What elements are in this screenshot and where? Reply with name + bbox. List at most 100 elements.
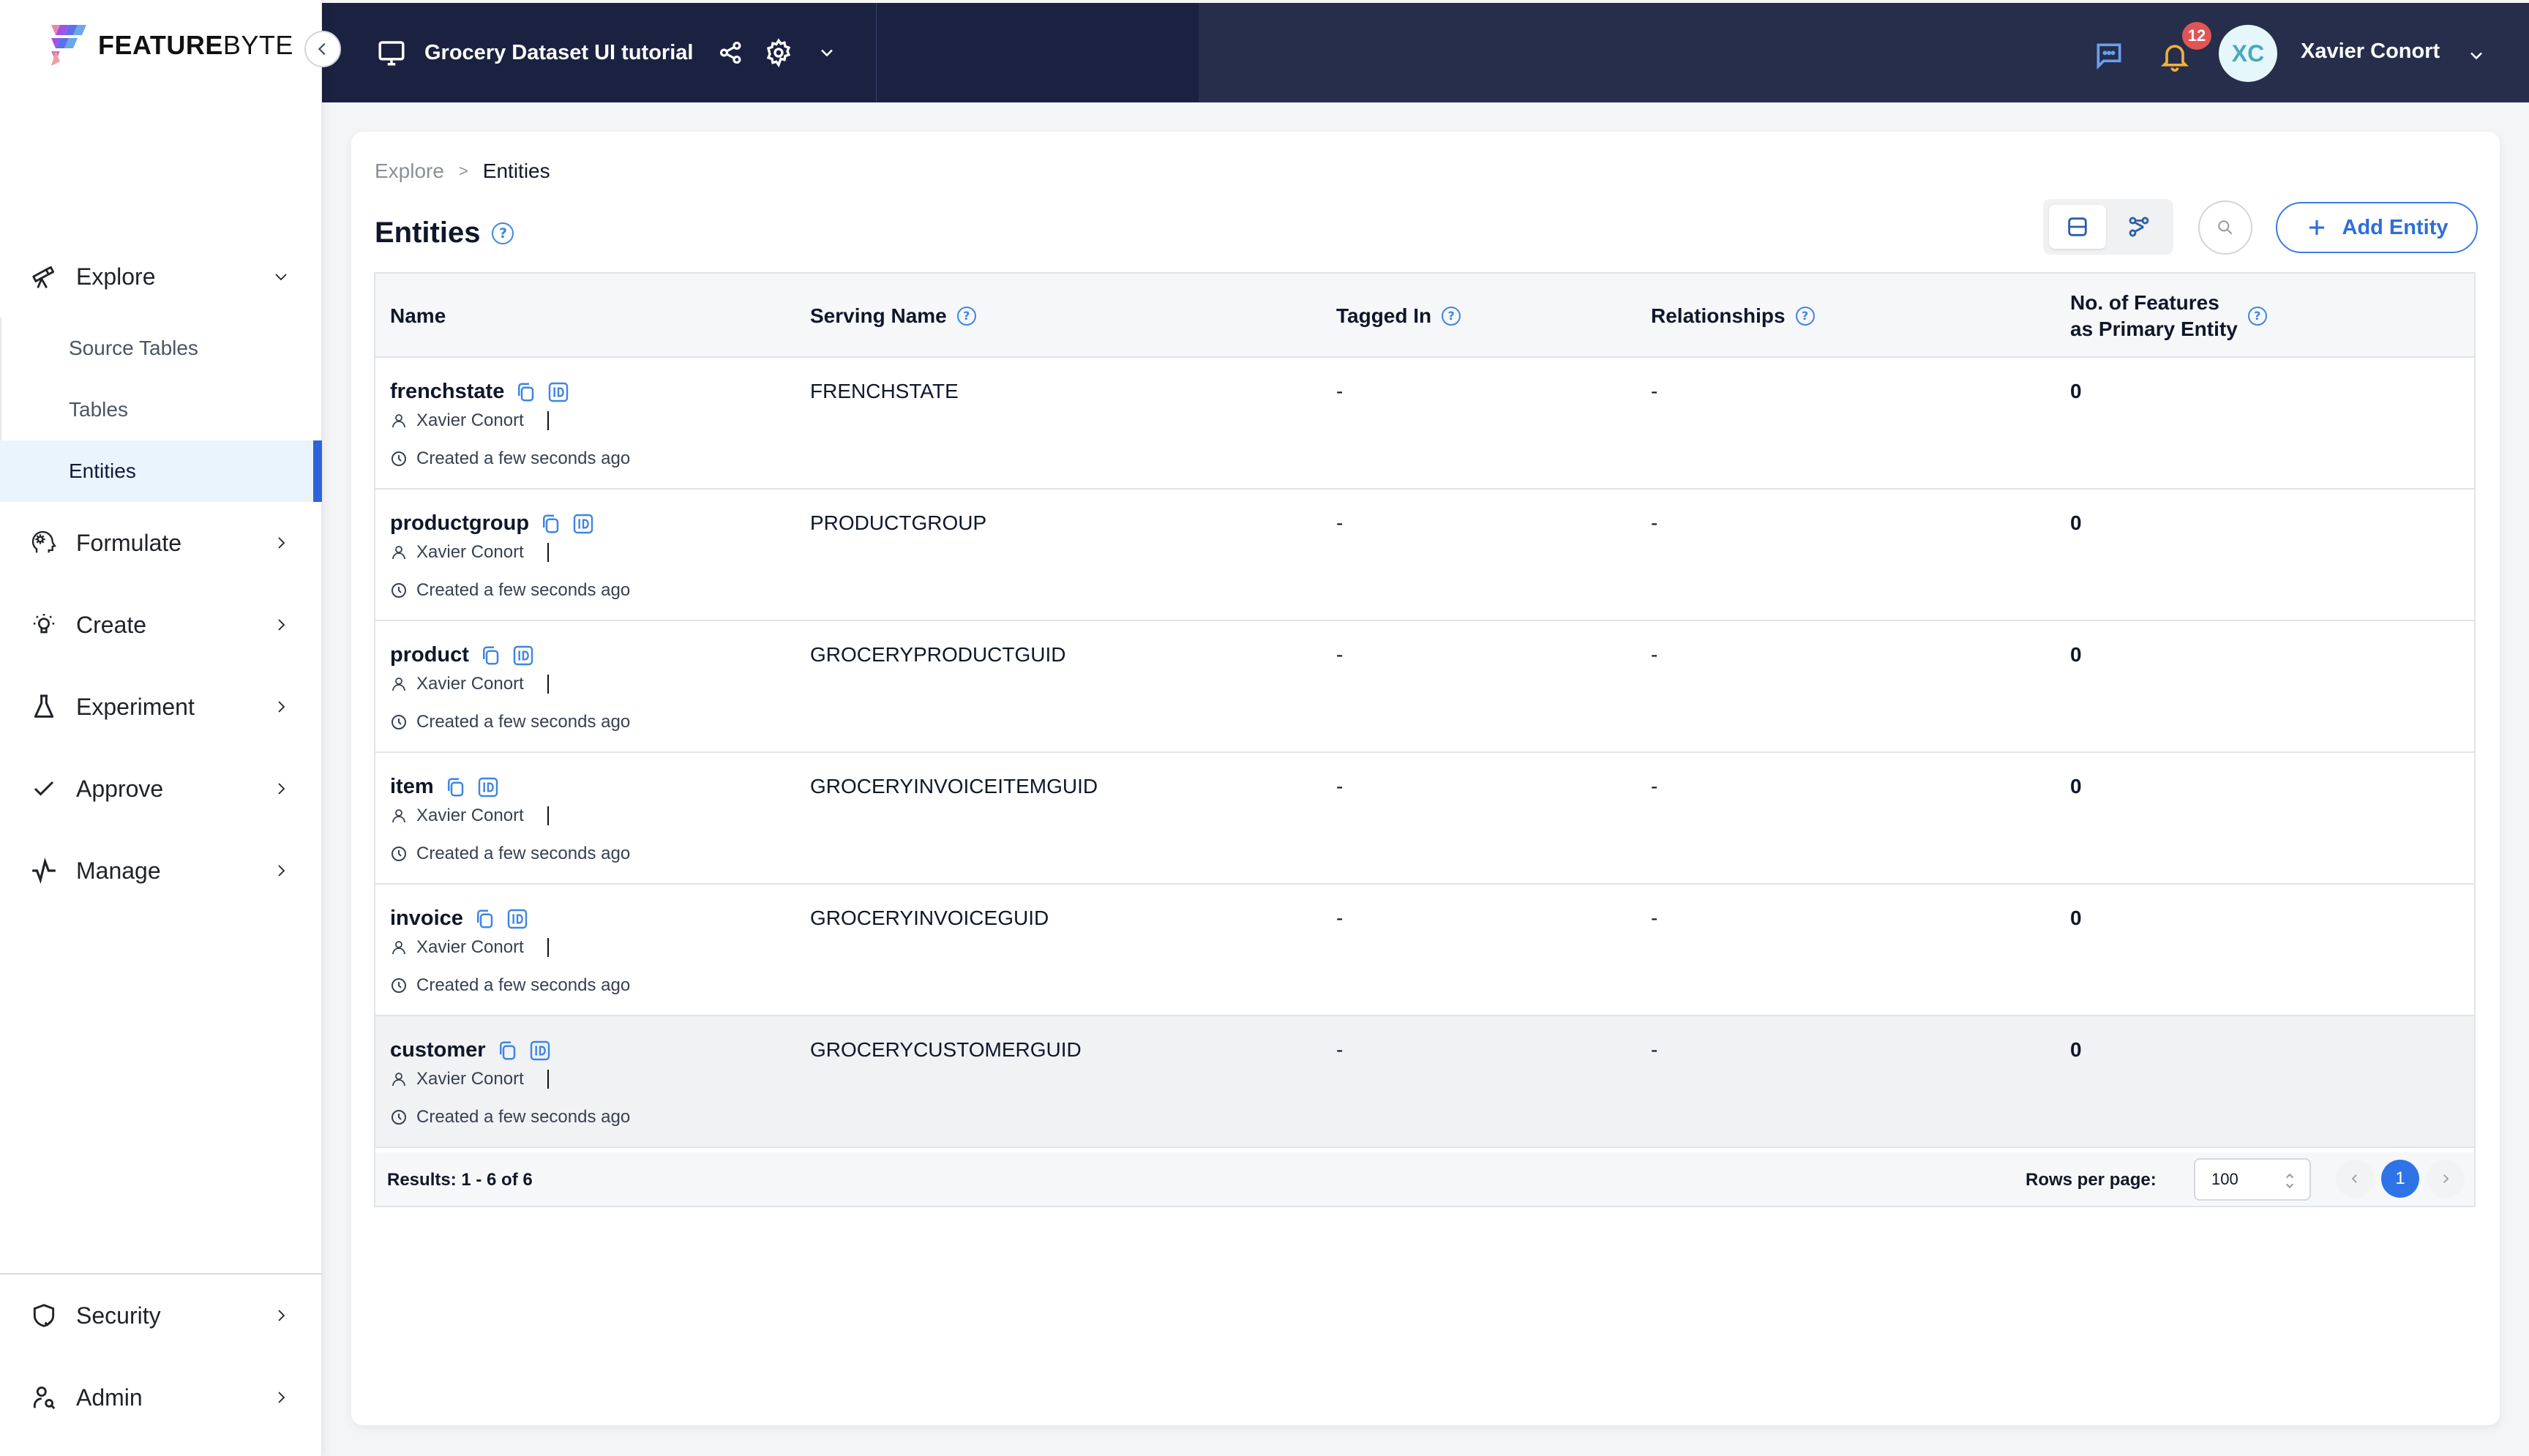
tagged-in-cell: - (1336, 643, 1344, 666)
graph-view-icon (2129, 217, 2149, 237)
copy-id-icon[interactable] (528, 1039, 552, 1062)
copy-id-icon[interactable] (512, 644, 535, 667)
search-button[interactable] (2198, 200, 2252, 255)
sidebar-item-admin[interactable]: Admin (0, 1368, 322, 1427)
table-row[interactable]: frenchstate Xavier Conort Created a few … (375, 358, 2474, 489)
copy-icon[interactable] (444, 776, 466, 798)
breadcrumb-explore[interactable]: Explore (375, 160, 444, 183)
copy-icon[interactable] (539, 513, 561, 535)
owner-name: Xavier Conort (416, 410, 524, 430)
next-page-button[interactable] (2427, 1160, 2465, 1198)
sidebar-subitem-source-tables[interactable]: Source Tables (0, 318, 322, 379)
table-row[interactable]: customer Xavier Conort Created a few sec… (375, 1016, 2474, 1148)
project-title[interactable]: Grocery Dataset UI tutorial (424, 41, 693, 65)
separator (547, 675, 549, 694)
sidebar-subitem-entities[interactable]: Entities (0, 440, 322, 502)
gear-icon[interactable] (764, 38, 793, 67)
sidebar-item-create[interactable]: Create (0, 596, 322, 654)
rows-per-page-value: 100 (2211, 1170, 2238, 1188)
chevron-right-icon (278, 783, 285, 795)
num-features-cell: 0 (2070, 907, 2082, 929)
created-text: Created a few seconds ago (416, 580, 631, 600)
relationships-cell: - (1651, 775, 1658, 798)
entity-name-cell: frenchstate (390, 380, 570, 404)
copy-id-icon[interactable] (476, 776, 500, 799)
column-header-name[interactable]: Name (390, 274, 446, 358)
sidebar-item-experiment[interactable]: Experiment (0, 678, 322, 736)
featurebyte-logo[interactable]: FEATUREBYTE (48, 25, 293, 66)
sidebar-item-approve[interactable]: Approve (0, 759, 322, 818)
entity-name[interactable]: productgroup (390, 511, 529, 536)
notification-badge: 12 (2182, 22, 2211, 50)
copy-id-icon[interactable] (547, 380, 570, 404)
chevron-down-icon[interactable] (817, 42, 837, 63)
entity-name[interactable]: invoice (390, 907, 463, 931)
table-view-button[interactable] (2049, 205, 2106, 249)
table-row[interactable]: productgroup Xavier Conort Created a few… (375, 489, 2474, 621)
owner-name: Xavier Conort (416, 806, 524, 825)
column-label: Relationships (1651, 304, 1786, 327)
featurebyte-logo-icon (51, 25, 86, 66)
relationships-cell: - (1651, 907, 1658, 929)
user-icon (392, 809, 405, 823)
sidebar-item-explore[interactable]: Explore (0, 247, 322, 306)
graph-view-button[interactable] (2110, 205, 2168, 249)
copy-id-icon[interactable] (506, 907, 529, 931)
help-icon[interactable]: ? (1795, 306, 1815, 326)
sidebar-divider (0, 1273, 322, 1275)
sidebar-item-label: Admin (76, 1384, 143, 1411)
share-icon[interactable] (717, 39, 745, 67)
entity-name[interactable]: frenchstate (390, 380, 504, 404)
help-icon[interactable]: ? (956, 306, 976, 326)
tagged-in-cell: - (1336, 1038, 1344, 1061)
table-row[interactable]: item Xavier Conort Created a few seconds… (375, 753, 2474, 885)
table-body: frenchstate Xavier Conort Created a few … (375, 358, 2474, 1148)
copy-icon[interactable] (479, 645, 501, 667)
sidebar-subitem-tables[interactable]: Tables (0, 379, 322, 440)
copy-icon[interactable] (514, 381, 536, 403)
num-features-cell: 0 (2070, 1038, 2082, 1061)
view-toggle (2043, 199, 2173, 255)
column-header-serving-name[interactable]: Serving Name ? (810, 274, 976, 358)
user-name[interactable]: Xavier Conort (2301, 40, 2440, 64)
sidebar-item-manage[interactable]: Manage (0, 841, 322, 900)
num-features-cell: 0 (2070, 775, 2082, 798)
page-1-button[interactable]: 1 (2381, 1160, 2419, 1198)
entity-name[interactable]: product (390, 643, 469, 667)
column-header-relationships[interactable]: Relationships ? (1651, 274, 1815, 358)
column-header-num-features[interactable]: No. of Features as Primary Entity ? (2070, 274, 2267, 358)
column-header-tagged-in[interactable]: Tagged In ? (1336, 274, 1461, 358)
chevron-down-icon[interactable] (2466, 45, 2487, 66)
chevron-right-icon (278, 1392, 285, 1403)
chat-icon[interactable] (2093, 40, 2125, 72)
table-view-icon (2068, 217, 2087, 236)
table-row[interactable]: invoice Xavier Conort Created a few seco… (375, 885, 2474, 1016)
collapse-sidebar-button[interactable] (304, 31, 341, 67)
copy-id-icon[interactable] (572, 512, 595, 536)
owner-name: Xavier Conort (416, 674, 524, 694)
sidebar-item-label: Explore (76, 263, 156, 290)
entity-owner: Xavier Conort (390, 937, 549, 958)
table-row[interactable]: product Xavier Conort Created a few seco… (375, 621, 2474, 753)
num-features-cell: 0 (2070, 643, 2082, 666)
copy-icon[interactable] (496, 1040, 518, 1062)
chevron-right-icon (278, 865, 285, 877)
serving-name-cell: GROCERYINVOICEGUID (810, 907, 1049, 929)
rows-per-page-select[interactable]: 100 (2194, 1158, 2311, 1201)
copy-icon[interactable] (473, 908, 495, 930)
clock-icon (391, 978, 406, 993)
entities-table: Name Serving Name ? Tagged In ? Relation… (374, 272, 2476, 1207)
help-icon[interactable]: ? (1442, 306, 1461, 326)
previous-page-button[interactable] (2336, 1160, 2374, 1198)
entity-created: Created a few seconds ago (390, 975, 630, 996)
entity-name[interactable]: customer (390, 1038, 486, 1062)
add-entity-button[interactable]: Add Entity (2276, 202, 2478, 253)
help-icon[interactable]: ? (492, 222, 514, 244)
sidebar-item-security[interactable]: Security (0, 1286, 322, 1345)
entity-created: Created a few seconds ago (390, 449, 630, 469)
avatar[interactable]: XC (2219, 25, 2277, 82)
entity-name[interactable]: item (390, 775, 434, 799)
sidebar-item-formulate[interactable]: Formulate (0, 514, 322, 572)
help-icon[interactable]: ? (2247, 306, 2267, 326)
sidebar-item-label: Formulate (76, 529, 182, 556)
